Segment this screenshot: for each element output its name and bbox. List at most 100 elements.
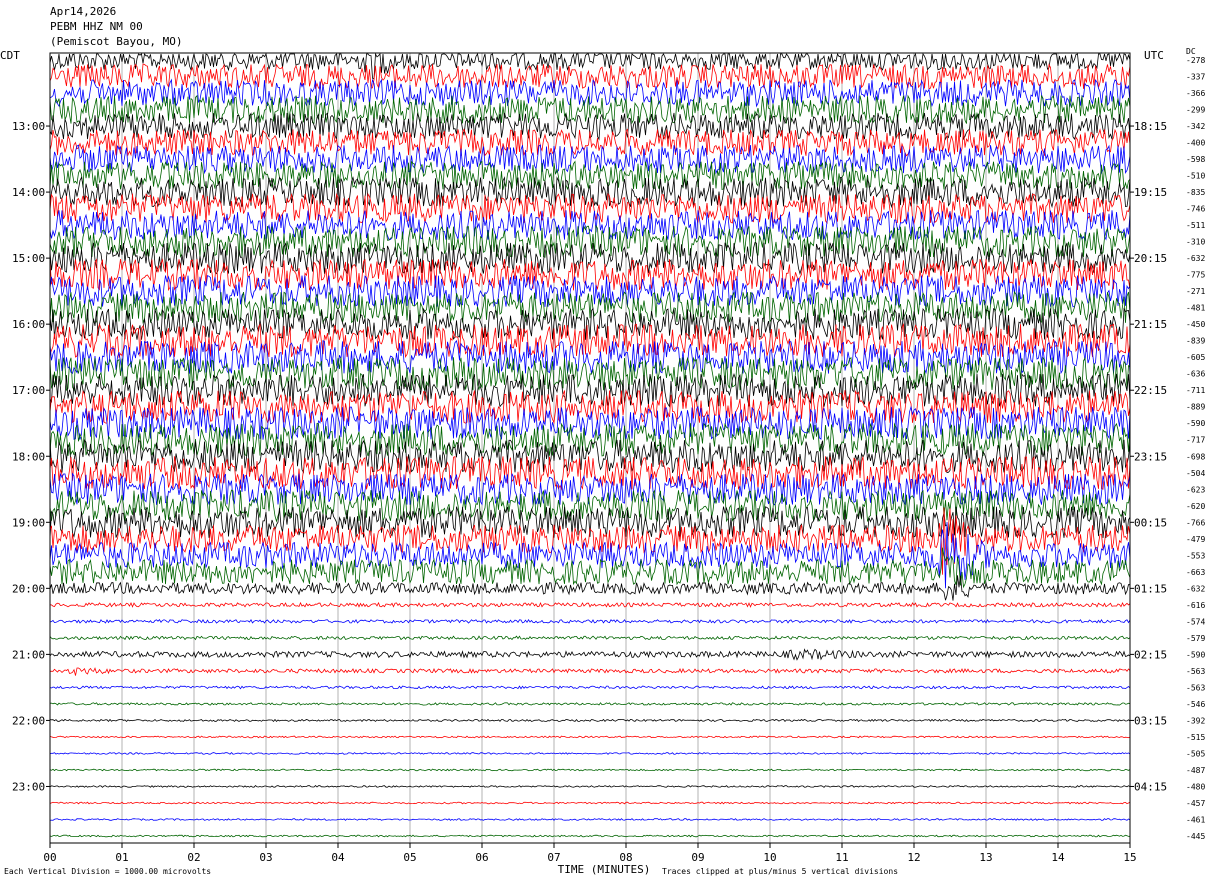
trace-line bbox=[49, 339, 1131, 375]
trace-line bbox=[49, 818, 1131, 821]
dc-offset-label: -505 bbox=[1186, 749, 1205, 758]
x-tick-label: 13 bbox=[979, 851, 992, 864]
trace-line bbox=[49, 702, 1131, 706]
trace-line bbox=[49, 785, 1131, 788]
left-tick-label: 17:00 bbox=[12, 384, 45, 397]
left-tick-label: 15:00 bbox=[12, 252, 45, 265]
x-tick-label: 03 bbox=[259, 851, 272, 864]
helicorder-plot: -278 -337 -366 -299 -342 -400 -598 -510 -835 -746… bbox=[12, 52, 1205, 876]
trace-line bbox=[49, 648, 1131, 661]
dc-offset-label: -366 bbox=[1186, 89, 1205, 98]
dc-offset-label: -579 bbox=[1186, 634, 1205, 643]
dc-offset-label: -337 bbox=[1186, 73, 1205, 82]
dc-offset-label: -546 bbox=[1186, 700, 1205, 709]
left-tick-label: 19:00 bbox=[12, 516, 45, 529]
trace-line bbox=[49, 290, 1131, 324]
dc-offset-label: -620 bbox=[1186, 502, 1205, 511]
dc-offset-label: -511 bbox=[1186, 221, 1205, 230]
right-tick-label: 21:15 bbox=[1134, 318, 1167, 331]
trace-line bbox=[49, 801, 1131, 805]
dc-offset-label: -835 bbox=[1186, 188, 1205, 197]
x-tick-label: 11 bbox=[835, 851, 848, 864]
right-tick-label: 00:15 bbox=[1134, 516, 1167, 529]
dc-offset-label: -563 bbox=[1186, 667, 1205, 676]
x-tick-label: 04 bbox=[331, 851, 345, 864]
trace-line bbox=[49, 322, 1131, 359]
trace-line bbox=[50, 601, 1131, 608]
x-tick-label: 10 bbox=[763, 851, 776, 864]
x-tick-label: 00 bbox=[43, 851, 56, 864]
dc-offset-label: -746 bbox=[1186, 205, 1205, 214]
right-tick-label: 01:15 bbox=[1134, 582, 1167, 595]
x-axis-title: TIME (MINUTES) bbox=[558, 863, 651, 876]
trace-line bbox=[49, 405, 1131, 440]
right-tick-label: 23:15 bbox=[1134, 450, 1167, 463]
dc-offset-label: -299 bbox=[1186, 106, 1205, 115]
x-tick-label: 01 bbox=[115, 851, 128, 864]
trace-line bbox=[49, 547, 1131, 589]
dc-offset-label: -278 bbox=[1186, 56, 1205, 65]
left-tick-label: 22:00 bbox=[12, 714, 45, 727]
dc-offset-label: -605 bbox=[1186, 353, 1205, 362]
trace-line bbox=[49, 834, 1131, 838]
dc-offset-label: -663 bbox=[1186, 568, 1205, 577]
x-tick-label: 02 bbox=[187, 851, 200, 864]
dc-offset-label: -616 bbox=[1186, 601, 1205, 610]
dc-offset-label: -450 bbox=[1186, 320, 1205, 329]
left-tick-label: 21:00 bbox=[12, 648, 45, 661]
dc-offset-label: -504 bbox=[1186, 469, 1205, 478]
x-tick-label: 06 bbox=[475, 851, 488, 864]
trace-line bbox=[49, 241, 1131, 276]
trace-line bbox=[49, 489, 1131, 523]
right-tick-label: 02:15 bbox=[1134, 648, 1167, 661]
dc-offset-label: -445 bbox=[1186, 832, 1205, 841]
right-tick-label: 19:15 bbox=[1134, 186, 1167, 199]
right-tick-label: 18:15 bbox=[1134, 120, 1167, 133]
dc-offset-label: -574 bbox=[1186, 617, 1205, 626]
trace-line bbox=[49, 274, 1131, 308]
x-tick-label: 09 bbox=[691, 851, 704, 864]
dc-offset-label: -310 bbox=[1186, 238, 1205, 247]
left-tick-label: 16:00 bbox=[12, 318, 45, 331]
trace-line bbox=[49, 667, 1131, 676]
trace-line bbox=[49, 52, 1131, 80]
dc-offset-label: -510 bbox=[1186, 172, 1205, 181]
dc-offset-label: -632 bbox=[1186, 254, 1205, 263]
trace-line bbox=[49, 768, 1131, 772]
left-tick-label: 18:00 bbox=[12, 450, 45, 463]
dc-offset-label: -839 bbox=[1186, 337, 1205, 346]
left-tick-label: 13:00 bbox=[12, 120, 45, 133]
dc-offset-label: -481 bbox=[1186, 304, 1205, 313]
left-tick-label: 14:00 bbox=[12, 186, 45, 199]
dc-offset-label: -271 bbox=[1186, 287, 1205, 296]
dc-offset-label: -461 bbox=[1186, 815, 1205, 824]
dc-offset-label: -400 bbox=[1186, 139, 1205, 148]
trace-line bbox=[49, 575, 1131, 601]
trace-line bbox=[49, 718, 1131, 723]
right-tick-label: 20:15 bbox=[1134, 252, 1167, 265]
dc-offset-label: -698 bbox=[1186, 452, 1205, 461]
trace-line bbox=[49, 618, 1131, 624]
right-tick-label: 03:15 bbox=[1134, 714, 1167, 727]
dc-offset-label: -563 bbox=[1186, 683, 1205, 692]
dc-offset-label: -632 bbox=[1186, 584, 1205, 593]
seismic-traces bbox=[49, 52, 1131, 838]
x-tick-label: 05 bbox=[403, 851, 416, 864]
trace-line bbox=[49, 735, 1131, 739]
dc-offset-label: -487 bbox=[1186, 766, 1205, 775]
dc-offset-label: -480 bbox=[1186, 782, 1205, 791]
x-tick-label: 12 bbox=[907, 851, 920, 864]
dc-offset-label: -392 bbox=[1186, 716, 1205, 725]
dc-offset-label: -636 bbox=[1186, 370, 1205, 379]
x-tick-label: 15 bbox=[1123, 851, 1136, 864]
right-tick-label: 22:15 bbox=[1134, 384, 1167, 397]
dc-offset-label: -623 bbox=[1186, 485, 1205, 494]
dc-offset-label: -766 bbox=[1186, 518, 1205, 527]
trace-line bbox=[49, 635, 1131, 641]
dc-offset-label: -775 bbox=[1186, 271, 1205, 280]
x-tick-label: 14 bbox=[1051, 851, 1065, 864]
dc-offset-label: -590 bbox=[1186, 419, 1205, 428]
trace-line bbox=[49, 685, 1131, 690]
trace-line bbox=[49, 176, 1131, 209]
left-tick-label: 23:00 bbox=[12, 780, 45, 793]
